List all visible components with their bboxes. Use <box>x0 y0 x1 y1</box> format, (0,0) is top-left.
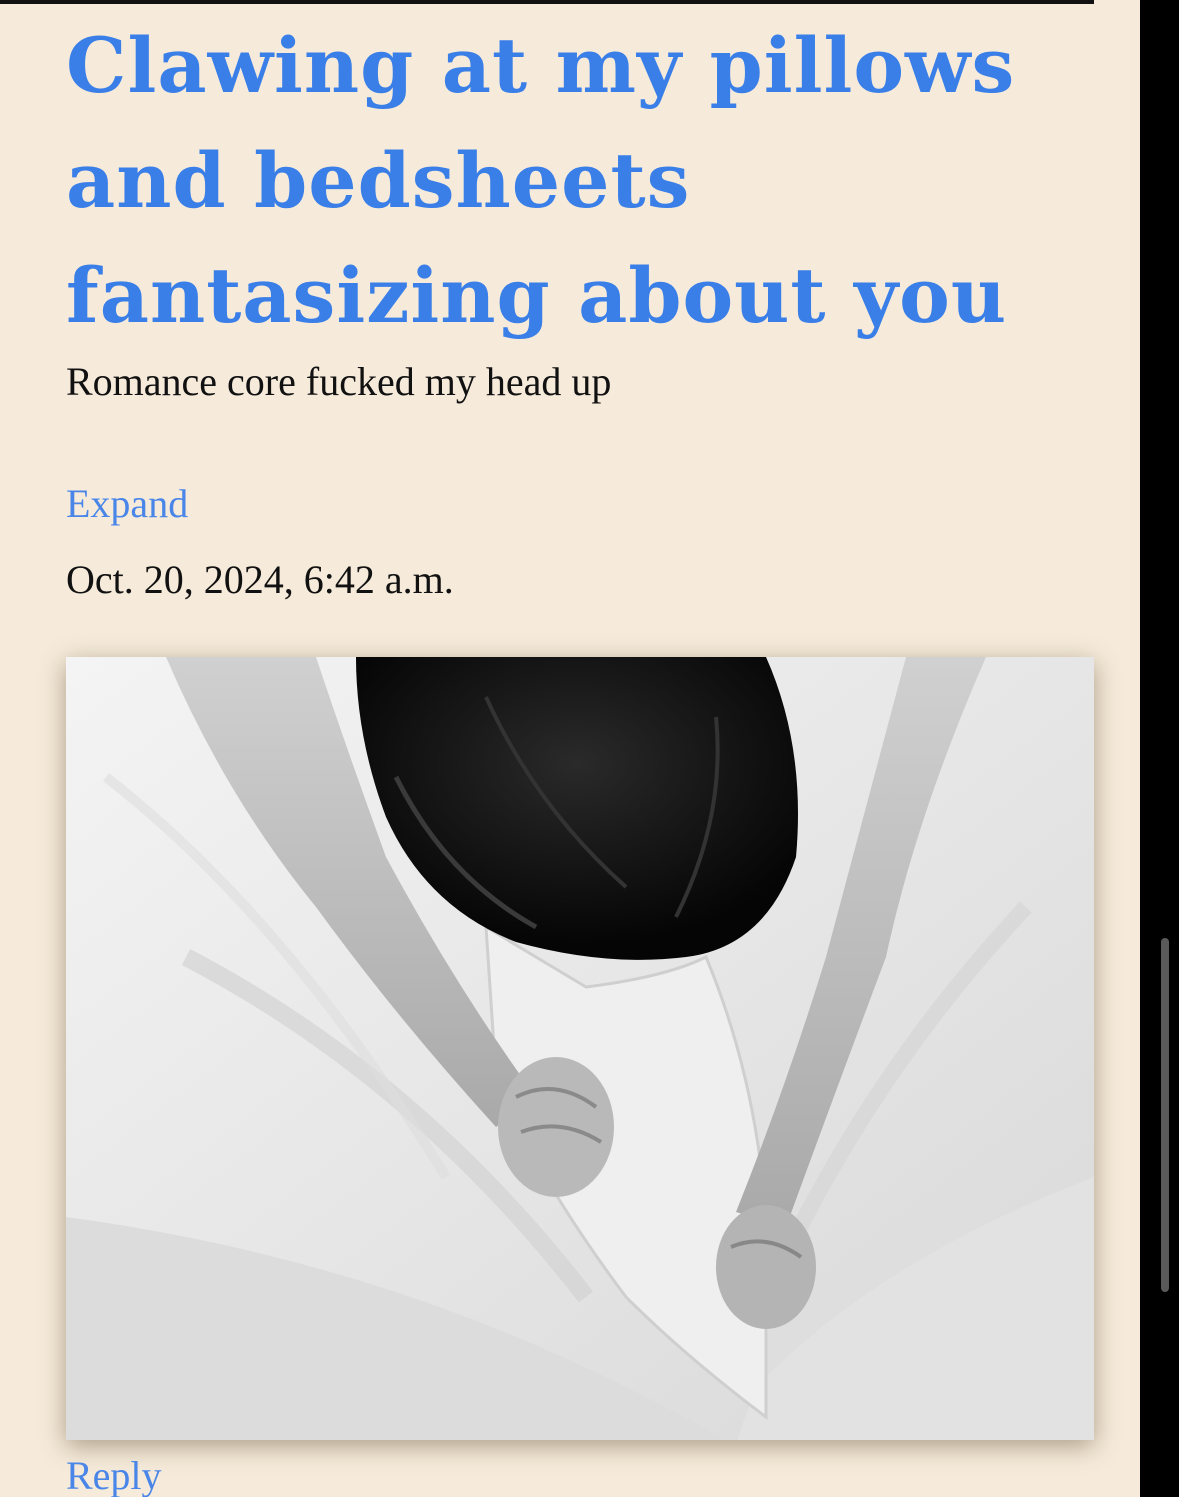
post-image[interactable] <box>66 657 1094 1440</box>
post-title[interactable]: Clawing at my pillows and bedsheets fant… <box>66 8 1094 353</box>
screen-edge <box>1140 0 1179 1497</box>
reply-link[interactable]: Reply <box>66 1452 162 1497</box>
post-subtitle: Romance core fucked my head up <box>66 359 612 404</box>
scrollbar[interactable] <box>1161 938 1169 1292</box>
page-viewport: Clawing at my pillows and bedsheets fant… <box>0 0 1140 1497</box>
expand-link[interactable]: Expand <box>66 480 188 527</box>
top-divider <box>0 0 1094 4</box>
post: Clawing at my pillows and bedsheets fant… <box>66 8 1094 602</box>
post-date: Oct. 20, 2024, 6:42 a.m. <box>66 557 454 602</box>
bedsheet-photo <box>66 657 1094 1440</box>
